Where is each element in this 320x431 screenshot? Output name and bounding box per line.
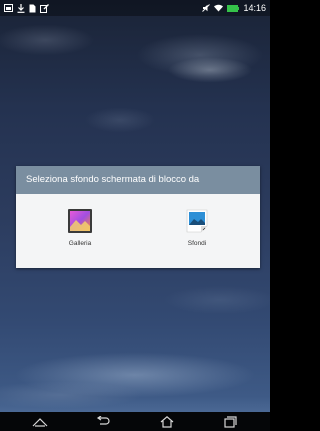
dialog-options: Galleria Sfondi bbox=[16, 194, 260, 268]
status-left-icons bbox=[4, 3, 49, 13]
status-right-icons: 14:16 bbox=[202, 0, 266, 16]
gallery-option[interactable]: Galleria bbox=[50, 208, 110, 247]
lock-screen-wallpaper-dialog: Seleziona sfondo schermata di blocco da bbox=[16, 166, 260, 268]
recent-apps-icon bbox=[224, 415, 237, 428]
wallpapers-label: Sfondi bbox=[187, 240, 207, 247]
gallery-icon bbox=[68, 209, 92, 233]
document-icon bbox=[29, 4, 36, 12]
home-icon bbox=[160, 415, 174, 428]
wallpapers-option[interactable]: Sfondi bbox=[167, 208, 227, 247]
home-button[interactable] bbox=[153, 412, 181, 431]
gallery-label: Galleria bbox=[68, 240, 92, 247]
back-icon bbox=[97, 416, 110, 425]
navigation-bar bbox=[0, 412, 270, 431]
recent-apps-button[interactable] bbox=[216, 412, 244, 431]
quick-settings-button[interactable] bbox=[26, 412, 54, 431]
notification-image-icon bbox=[4, 4, 13, 12]
battery-icon bbox=[227, 4, 240, 12]
wifi-icon bbox=[214, 4, 224, 12]
muted-icon bbox=[202, 4, 211, 12]
lock-screen-wallpaper: 14:16 Seleziona sfondo schermata di bloc… bbox=[0, 0, 270, 431]
status-bar: 14:16 bbox=[0, 0, 270, 16]
edit-icon bbox=[40, 3, 49, 13]
dialog-title: Seleziona sfondo schermata di blocco da bbox=[16, 166, 260, 194]
back-button[interactable] bbox=[89, 412, 117, 431]
wallpapers-icon bbox=[186, 209, 208, 233]
status-time: 14:16 bbox=[243, 3, 266, 13]
chevron-up-icon bbox=[32, 417, 48, 427]
download-icon bbox=[17, 3, 25, 13]
